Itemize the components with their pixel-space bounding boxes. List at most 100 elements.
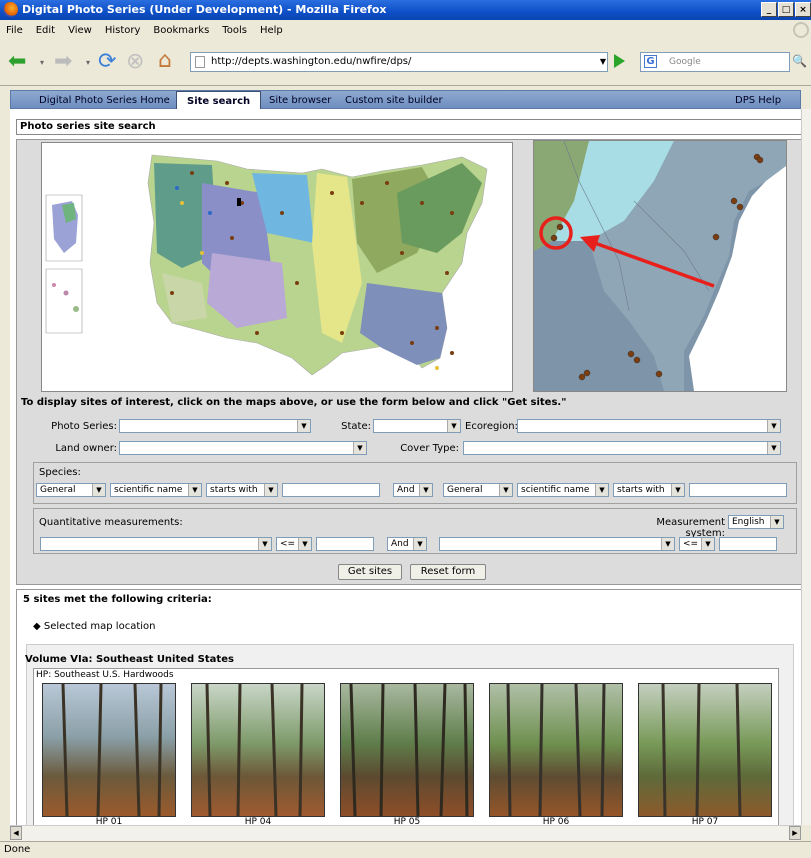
- google-icon[interactable]: G: [644, 55, 657, 68]
- photo-label-hp06: HP 06: [542, 817, 570, 825]
- minimize-button[interactable]: _: [761, 2, 777, 17]
- operator-value-1: <=: [280, 539, 296, 549]
- species-and-value: And: [397, 485, 415, 495]
- window-title-bar: Digital Photo Series (Under Development)…: [0, 0, 811, 20]
- tab-custom-site-builder[interactable]: Custom site builder: [345, 93, 443, 108]
- window-controls: _ □ ×: [761, 2, 811, 17]
- get-sites-button[interactable]: Get sites: [338, 564, 402, 580]
- state-select[interactable]: ▼: [373, 419, 461, 433]
- zoomed-map[interactable]: [533, 140, 787, 392]
- criteria-item: ◆ Selected map location: [33, 621, 156, 632]
- species-text-input-2[interactable]: [689, 483, 787, 497]
- measure-and-value: And: [391, 539, 409, 549]
- land-owner-label: Land owner:: [55, 443, 117, 454]
- cover-type-label: Cover Type:: [400, 443, 459, 454]
- stop-icon[interactable]: ⊗: [126, 51, 144, 73]
- species-name-type-value-1: scientific name: [114, 485, 183, 495]
- search-icon[interactable]: 🔍: [792, 54, 807, 68]
- tab-site-search[interactable]: Site search: [176, 91, 262, 110]
- chevron-down-icon: ▼: [258, 538, 271, 550]
- forest-photo-graphic: [205, 683, 304, 817]
- state-label: State:: [341, 421, 371, 432]
- measurement-system-select[interactable]: English ▼: [728, 515, 784, 529]
- throbber-icon: [793, 22, 809, 38]
- menu-file[interactable]: File: [6, 25, 23, 36]
- site-photo-hp04[interactable]: [191, 683, 325, 817]
- zoomed-map-graphic[interactable]: [534, 141, 786, 391]
- species-match-value-1: starts with: [210, 485, 258, 495]
- ecoregion-select[interactable]: ▼: [517, 419, 781, 433]
- page-icon: [195, 56, 205, 68]
- species-label: Species:: [39, 467, 81, 478]
- menu-history[interactable]: History: [105, 25, 141, 36]
- tab-dps-help[interactable]: DPS Help: [735, 93, 781, 108]
- tab-dps-home[interactable]: Digital Photo Series Home: [39, 93, 170, 108]
- vertical-scrollbar[interactable]: [801, 109, 811, 825]
- species-text-input-1[interactable]: [282, 483, 380, 497]
- measure-select-1[interactable]: ▼: [40, 537, 272, 551]
- horizontal-scrollbar[interactable]: ◀ ▶: [10, 825, 801, 841]
- scroll-right-icon[interactable]: ▶: [789, 826, 801, 840]
- menu-view[interactable]: View: [68, 25, 92, 36]
- species-name-type-select-1[interactable]: scientific name ▼: [110, 483, 202, 497]
- status-bar: Done: [0, 841, 811, 858]
- search-box[interactable]: G Google: [640, 52, 790, 72]
- menu-tools[interactable]: Tools: [222, 25, 247, 36]
- volume-title: Volume VIa: Southeast United States: [25, 654, 234, 665]
- species-and-select[interactable]: And ▼: [393, 483, 433, 497]
- go-arrow-icon[interactable]: [614, 54, 625, 68]
- us-map[interactable]: [41, 142, 513, 392]
- close-button[interactable]: ×: [795, 2, 811, 17]
- maximize-button[interactable]: □: [778, 2, 794, 17]
- measure-and-select[interactable]: And ▼: [387, 537, 427, 551]
- photo-label-hp01: HP 01: [95, 817, 123, 825]
- chevron-down-icon: ▼: [701, 538, 714, 550]
- status-text: Done: [4, 844, 31, 855]
- forward-dropdown-icon[interactable]: ▾: [86, 52, 90, 74]
- url-dropdown-icon[interactable]: ▼: [596, 52, 610, 72]
- land-owner-select[interactable]: ▼: [119, 441, 367, 455]
- site-photo-hp06[interactable]: [489, 683, 623, 817]
- chevron-down-icon: ▼: [188, 484, 201, 496]
- home-icon[interactable]: ⌂: [158, 50, 172, 72]
- menu-bookmarks[interactable]: Bookmarks: [153, 25, 209, 36]
- photo-series-select[interactable]: ▼: [119, 419, 311, 433]
- firefox-logo-icon: [3, 2, 18, 17]
- search-instructions: To display sites of interest, click on t…: [21, 397, 567, 408]
- reload-icon[interactable]: ⟳: [98, 51, 116, 73]
- species-match-select-1[interactable]: starts with ▼: [206, 483, 278, 497]
- quantitative-fieldset: Quantitative measurements: Measurement s…: [33, 508, 797, 554]
- species-name-type-select-2[interactable]: scientific name ▼: [517, 483, 609, 497]
- back-arrow-icon[interactable]: ⬅: [8, 51, 26, 73]
- measure-value-input-2[interactable]: [719, 537, 777, 551]
- species-match-select-2[interactable]: starts with ▼: [613, 483, 685, 497]
- window-title: Digital Photo Series (Under Development)…: [22, 3, 387, 16]
- species-category-select-1[interactable]: General ▼: [36, 483, 106, 497]
- url-bar[interactable]: http://depts.washington.edu/nwfire/dps/: [190, 52, 608, 72]
- menu-help[interactable]: Help: [260, 25, 283, 36]
- chevron-down-icon: ▼: [353, 442, 366, 454]
- chevron-down-icon: ▼: [92, 484, 105, 496]
- operator-select-1[interactable]: <= ▼: [276, 537, 312, 551]
- site-photo-hp07[interactable]: [638, 683, 772, 817]
- operator-select-2[interactable]: <= ▼: [679, 537, 715, 551]
- us-map-graphic[interactable]: [42, 143, 512, 391]
- photo-label-hp05: HP 05: [393, 817, 421, 825]
- chevron-down-icon: ▼: [661, 538, 674, 550]
- measure-value-input-1[interactable]: [316, 537, 374, 551]
- back-dropdown-icon[interactable]: ▾: [40, 52, 44, 74]
- species-category-select-2[interactable]: General ▼: [443, 483, 513, 497]
- chevron-down-icon: ▼: [499, 484, 512, 496]
- menu-edit[interactable]: Edit: [36, 25, 55, 36]
- measure-select-2[interactable]: ▼: [439, 537, 675, 551]
- search-placeholder: Google: [669, 57, 701, 67]
- forward-arrow-icon[interactable]: ➡: [54, 51, 72, 73]
- chevron-down-icon: ▼: [413, 538, 426, 550]
- tab-site-browser[interactable]: Site browser: [269, 93, 331, 108]
- site-photo-hp01[interactable]: [42, 683, 176, 817]
- scroll-left-icon[interactable]: ◀: [10, 826, 22, 840]
- site-photo-hp05[interactable]: [340, 683, 474, 817]
- cover-type-select[interactable]: ▼: [463, 441, 781, 455]
- operator-value-2: <=: [683, 539, 699, 549]
- reset-form-button[interactable]: Reset form: [410, 564, 486, 580]
